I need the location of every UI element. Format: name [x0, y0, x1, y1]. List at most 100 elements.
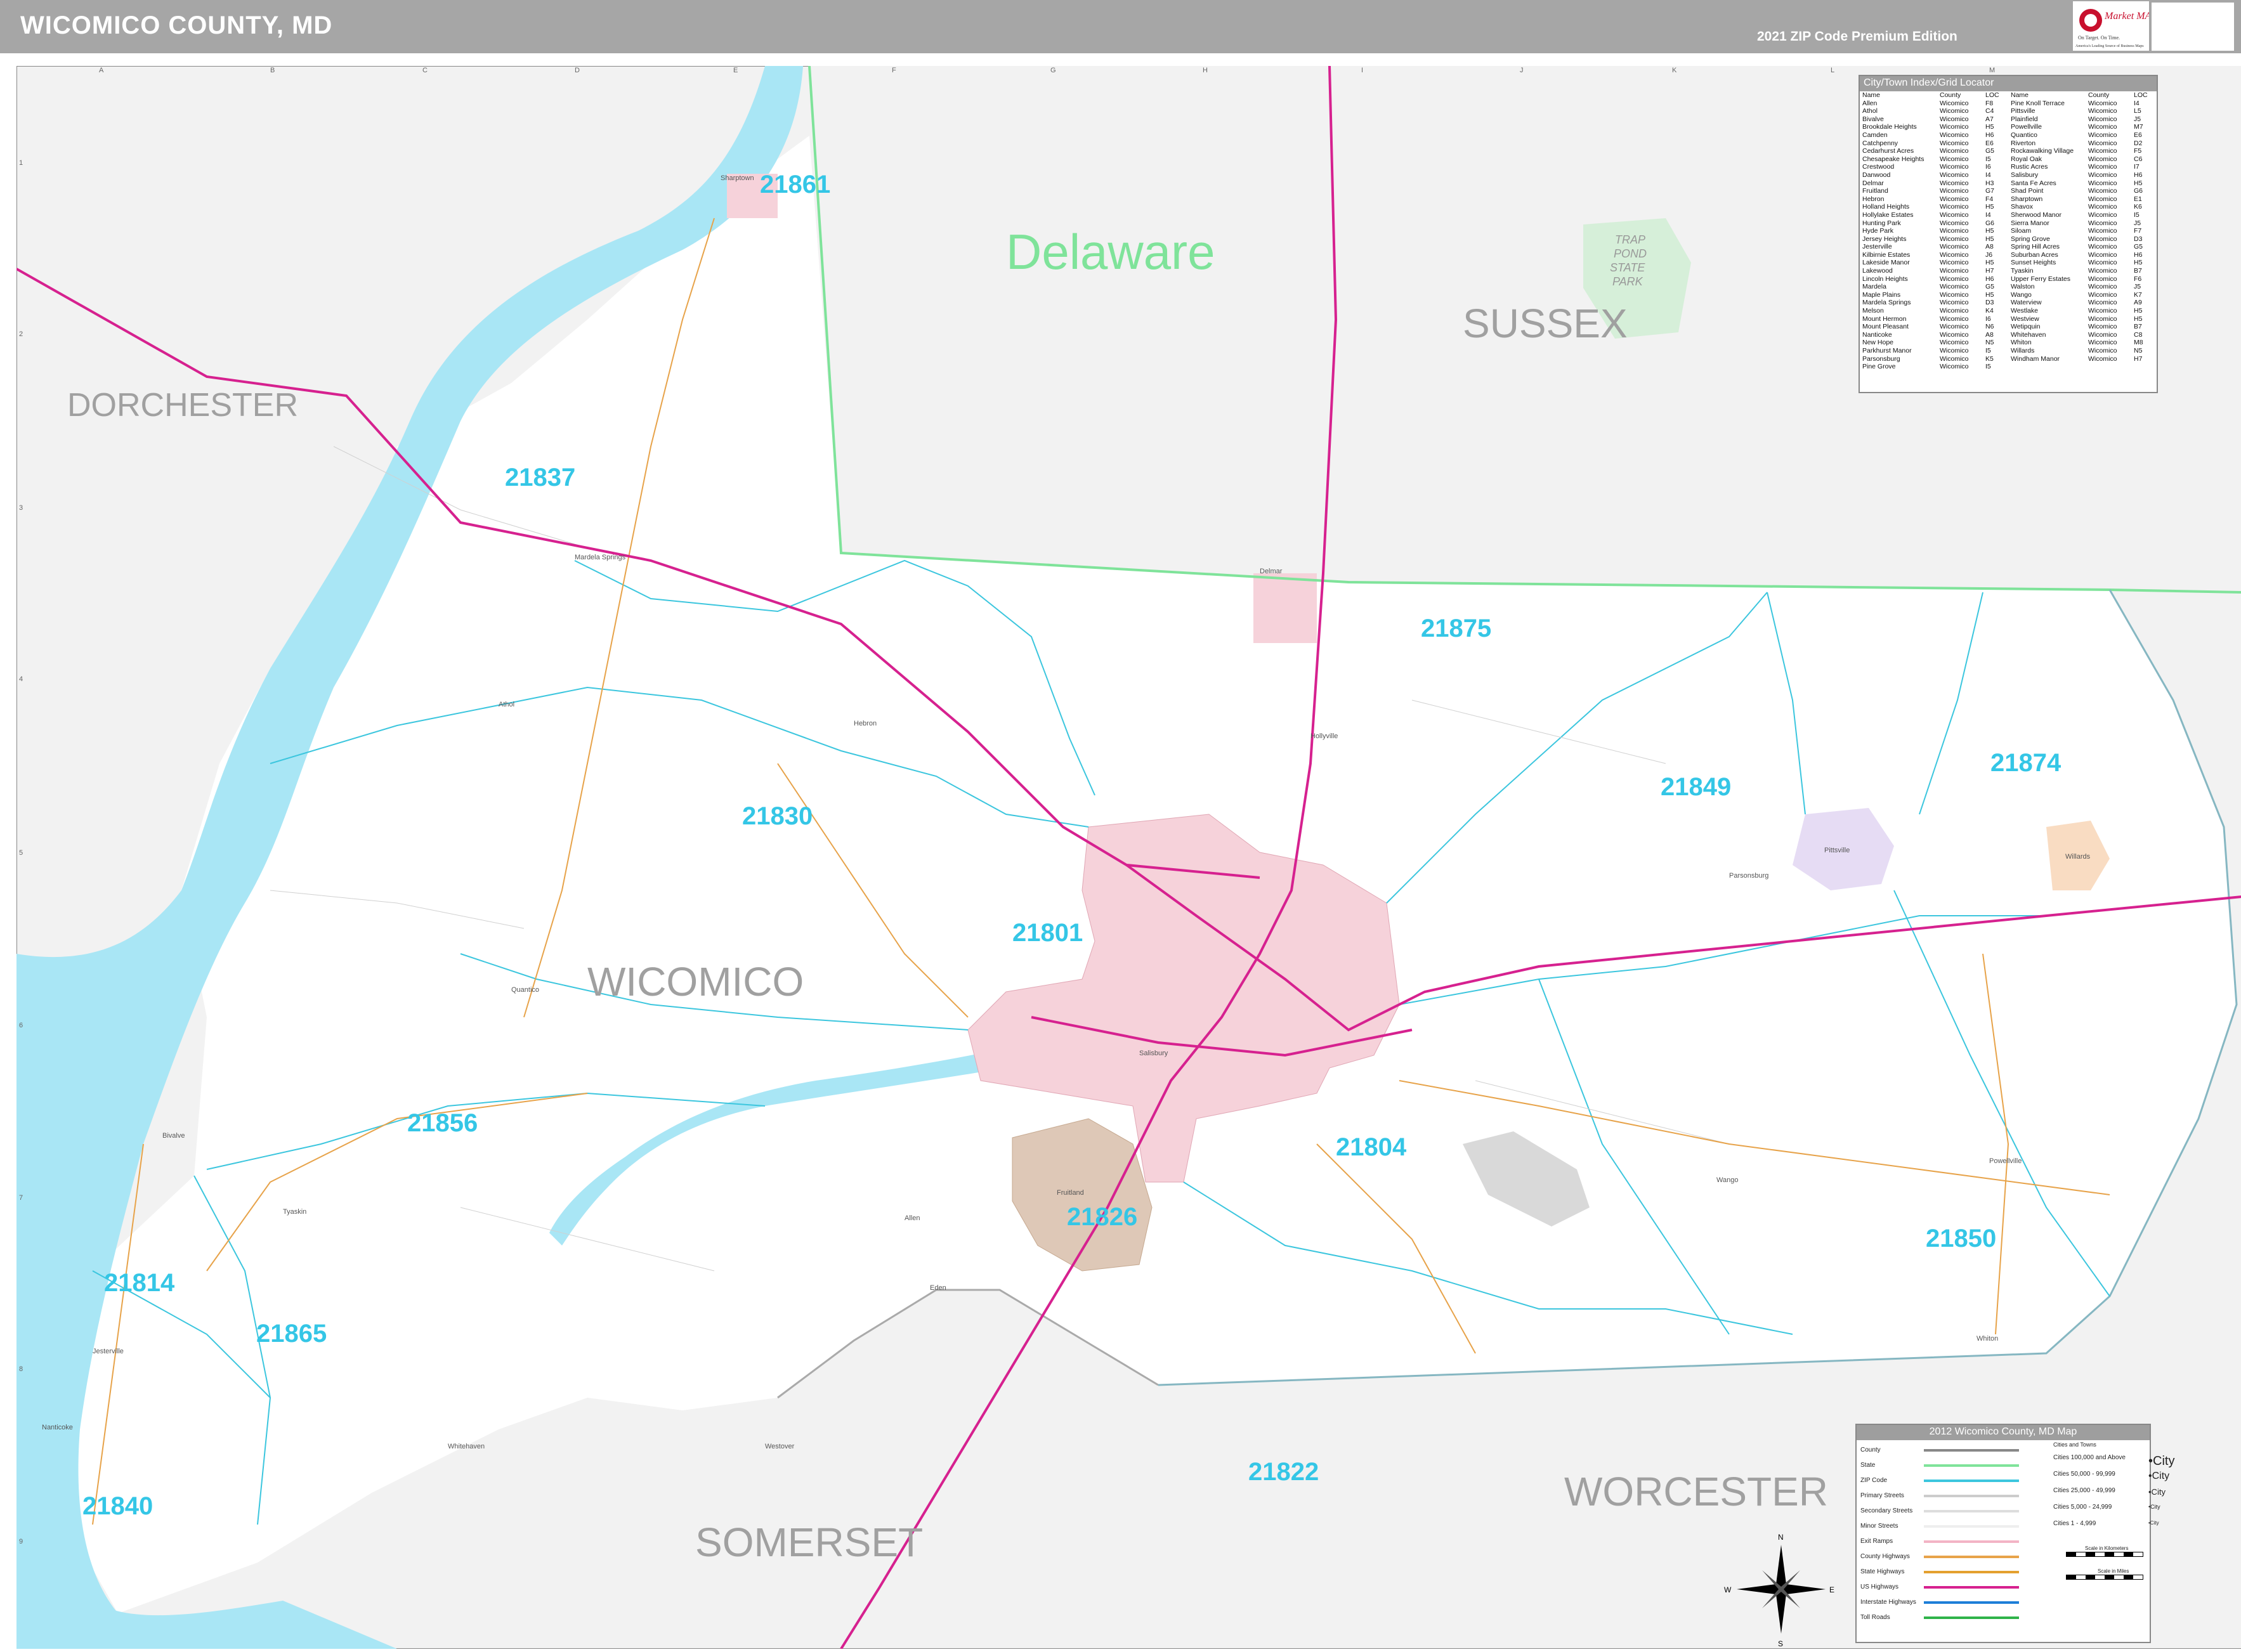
- locator-name: Allen: [1862, 99, 1878, 107]
- zip-21837[interactable]: 21837: [505, 464, 575, 491]
- locator-loc: N6: [1985, 323, 1994, 331]
- compass-e: E: [1829, 1585, 1834, 1594]
- county-label-worcester: WORCESTER: [1564, 1469, 1828, 1514]
- locator-name: Maple Plains: [1862, 290, 1901, 299]
- delmar-town[interactable]: [1253, 573, 1317, 643]
- locator-row: Crestwood Wicomico I6: [1862, 163, 2008, 171]
- locator-county: Wicomico: [1940, 211, 1969, 219]
- zip-21856[interactable]: 21856: [407, 1109, 478, 1137]
- legend-city-sample: •City: [2148, 1520, 2159, 1526]
- svg-text:2: 2: [19, 330, 23, 338]
- locator-row: Maple Plains Wicomico H5: [1862, 291, 2008, 299]
- locator-row: Jesterville Wicomico A8: [1862, 243, 2008, 251]
- locator-row: Hebron Wicomico F4: [1862, 195, 2008, 204]
- zip-21874[interactable]: 21874: [1990, 749, 2061, 777]
- svg-text:B: B: [270, 67, 275, 74]
- locator-row: Tyaskin Wicomico B7: [2011, 267, 2157, 275]
- town-pittsville[interactable]: Pittsville: [1824, 847, 1850, 854]
- locator-row: Hyde Park Wicomico H5: [1862, 227, 2008, 235]
- locator-loc: E1: [2134, 195, 2142, 203]
- locator-name: Windham Manor: [2011, 354, 2060, 363]
- locator-name: Spring Hill Acres: [2011, 243, 2060, 251]
- zip-21840[interactable]: 21840: [82, 1492, 153, 1520]
- locator-county: Wicomico: [1940, 155, 1969, 163]
- locator-row: Willards Wicomico N5: [2011, 347, 2157, 355]
- zip-21804[interactable]: 21804: [1336, 1133, 1407, 1161]
- town-whitehaven[interactable]: Whitehaven: [448, 1443, 485, 1450]
- town-parsonsburg[interactable]: Parsonsburg: [1729, 872, 1768, 880]
- locator-loc: G7: [1985, 187, 1995, 195]
- town-eden[interactable]: Eden: [930, 1284, 946, 1292]
- legend-city-class: Cities 5,000 - 24,999: [2053, 1504, 2112, 1511]
- town-sharptown[interactable]: Sharptown: [721, 174, 754, 182]
- locator-loc: A8: [1985, 330, 1994, 339]
- town-willards[interactable]: Willards: [2065, 853, 2091, 861]
- locator-loc: H5: [1985, 290, 1994, 299]
- locator-county: Wicomico: [1940, 139, 1969, 147]
- locator-name: Parkhurst Manor: [1862, 347, 1912, 354]
- town-allen[interactable]: Allen: [905, 1214, 920, 1222]
- county-label-dorchester: DORCHESTER: [67, 387, 298, 424]
- town-jesterville[interactable]: Jesterville: [93, 1348, 124, 1355]
- legend-row: Minor Streets: [1860, 1523, 2019, 1532]
- locator-loc: J6: [1985, 250, 1993, 259]
- town-quantico[interactable]: Quantico: [511, 986, 539, 994]
- zip-21850[interactable]: 21850: [1926, 1225, 1996, 1252]
- locator-loc: G5: [2134, 243, 2143, 251]
- town-westover[interactable]: Westover: [765, 1443, 795, 1450]
- town-athol[interactable]: Athol: [499, 701, 514, 708]
- zip-21814[interactable]: 21814: [104, 1269, 175, 1297]
- scale-km-bar: [2066, 1552, 2143, 1557]
- zip-21830[interactable]: 21830: [742, 802, 813, 830]
- locator-loc: K7: [2134, 290, 2142, 299]
- town-hollyville[interactable]: Hollyville: [1310, 732, 1338, 740]
- locator-row: Parkhurst Manor Wicomico I5: [1862, 347, 2008, 355]
- locator-row: Lakewood Wicomico H7: [1862, 267, 2008, 275]
- locator-county: Wicomico: [1940, 227, 1969, 235]
- town-bivalve[interactable]: Bivalve: [162, 1132, 185, 1140]
- town-whiton[interactable]: Whiton: [1976, 1335, 1998, 1343]
- zip-21822[interactable]: 21822: [1248, 1458, 1319, 1486]
- header-county: County: [1940, 91, 1961, 99]
- town-salisbury[interactable]: Salisbury: [1139, 1050, 1168, 1057]
- locator-row: Riverton Wicomico D2: [2011, 140, 2157, 148]
- legend-city-class: Cities 25,000 - 49,999: [2053, 1487, 2115, 1494]
- park-label-1: TRAP: [1615, 233, 1645, 246]
- legend-swatch: [1924, 1540, 2019, 1543]
- town-wango[interactable]: Wango: [1716, 1176, 1738, 1184]
- locator-loc: I6: [1985, 315, 1991, 323]
- town-delmar[interactable]: Delmar: [1260, 568, 1283, 575]
- town-tyaskin[interactable]: Tyaskin: [283, 1208, 306, 1216]
- zip-21826[interactable]: 21826: [1067, 1203, 1137, 1231]
- locator-name: Wango: [2011, 290, 2032, 299]
- header-loc: LOC: [1985, 91, 1999, 99]
- locator-row: Hollylake Estates Wicomico I4: [1862, 211, 2008, 219]
- locator-loc: H6: [1985, 275, 1994, 283]
- locator-loc: I5: [2134, 211, 2140, 219]
- town-powellville[interactable]: Powellville: [1989, 1157, 2022, 1165]
- legend-row: Secondary Streets: [1860, 1507, 2019, 1516]
- locator-loc: I5: [1985, 347, 1991, 354]
- svg-text:7: 7: [19, 1194, 23, 1202]
- town-hebron[interactable]: Hebron: [854, 720, 877, 727]
- zip-21849[interactable]: 21849: [1661, 773, 1731, 801]
- locator-county: Wicomico: [1940, 283, 1969, 291]
- town-nanticoke[interactable]: Nanticoke: [42, 1424, 73, 1431]
- zip-21865[interactable]: 21865: [256, 1320, 327, 1348]
- zip-21801[interactable]: 21801: [1012, 919, 1083, 947]
- legend-label: County Highways: [1860, 1553, 1910, 1560]
- zip-21861[interactable]: 21861: [760, 171, 830, 198]
- locator-county: Wicomico: [1940, 290, 1969, 299]
- locator-loc: K4: [1985, 307, 1994, 315]
- town-mardela-springs[interactable]: Mardela Springs: [575, 554, 626, 561]
- locator-row: Siloam Wicomico F7: [2011, 227, 2157, 235]
- locator-row: Catchpenny Wicomico E6: [1862, 140, 2008, 148]
- logo-text: Market MAPS: [2104, 11, 2149, 22]
- town-fruitland[interactable]: Fruitland: [1057, 1189, 1084, 1197]
- locator-county: Wicomico: [1940, 99, 1969, 107]
- legend-cities-header: Cities and Towns: [2053, 1441, 2096, 1448]
- locator-row: Spring Grove Wicomico D3: [2011, 235, 2157, 244]
- zip-21875[interactable]: 21875: [1421, 615, 1491, 642]
- locator-name: Pine Grove: [1862, 363, 1896, 371]
- locator-name: Lakewood: [1862, 267, 1893, 275]
